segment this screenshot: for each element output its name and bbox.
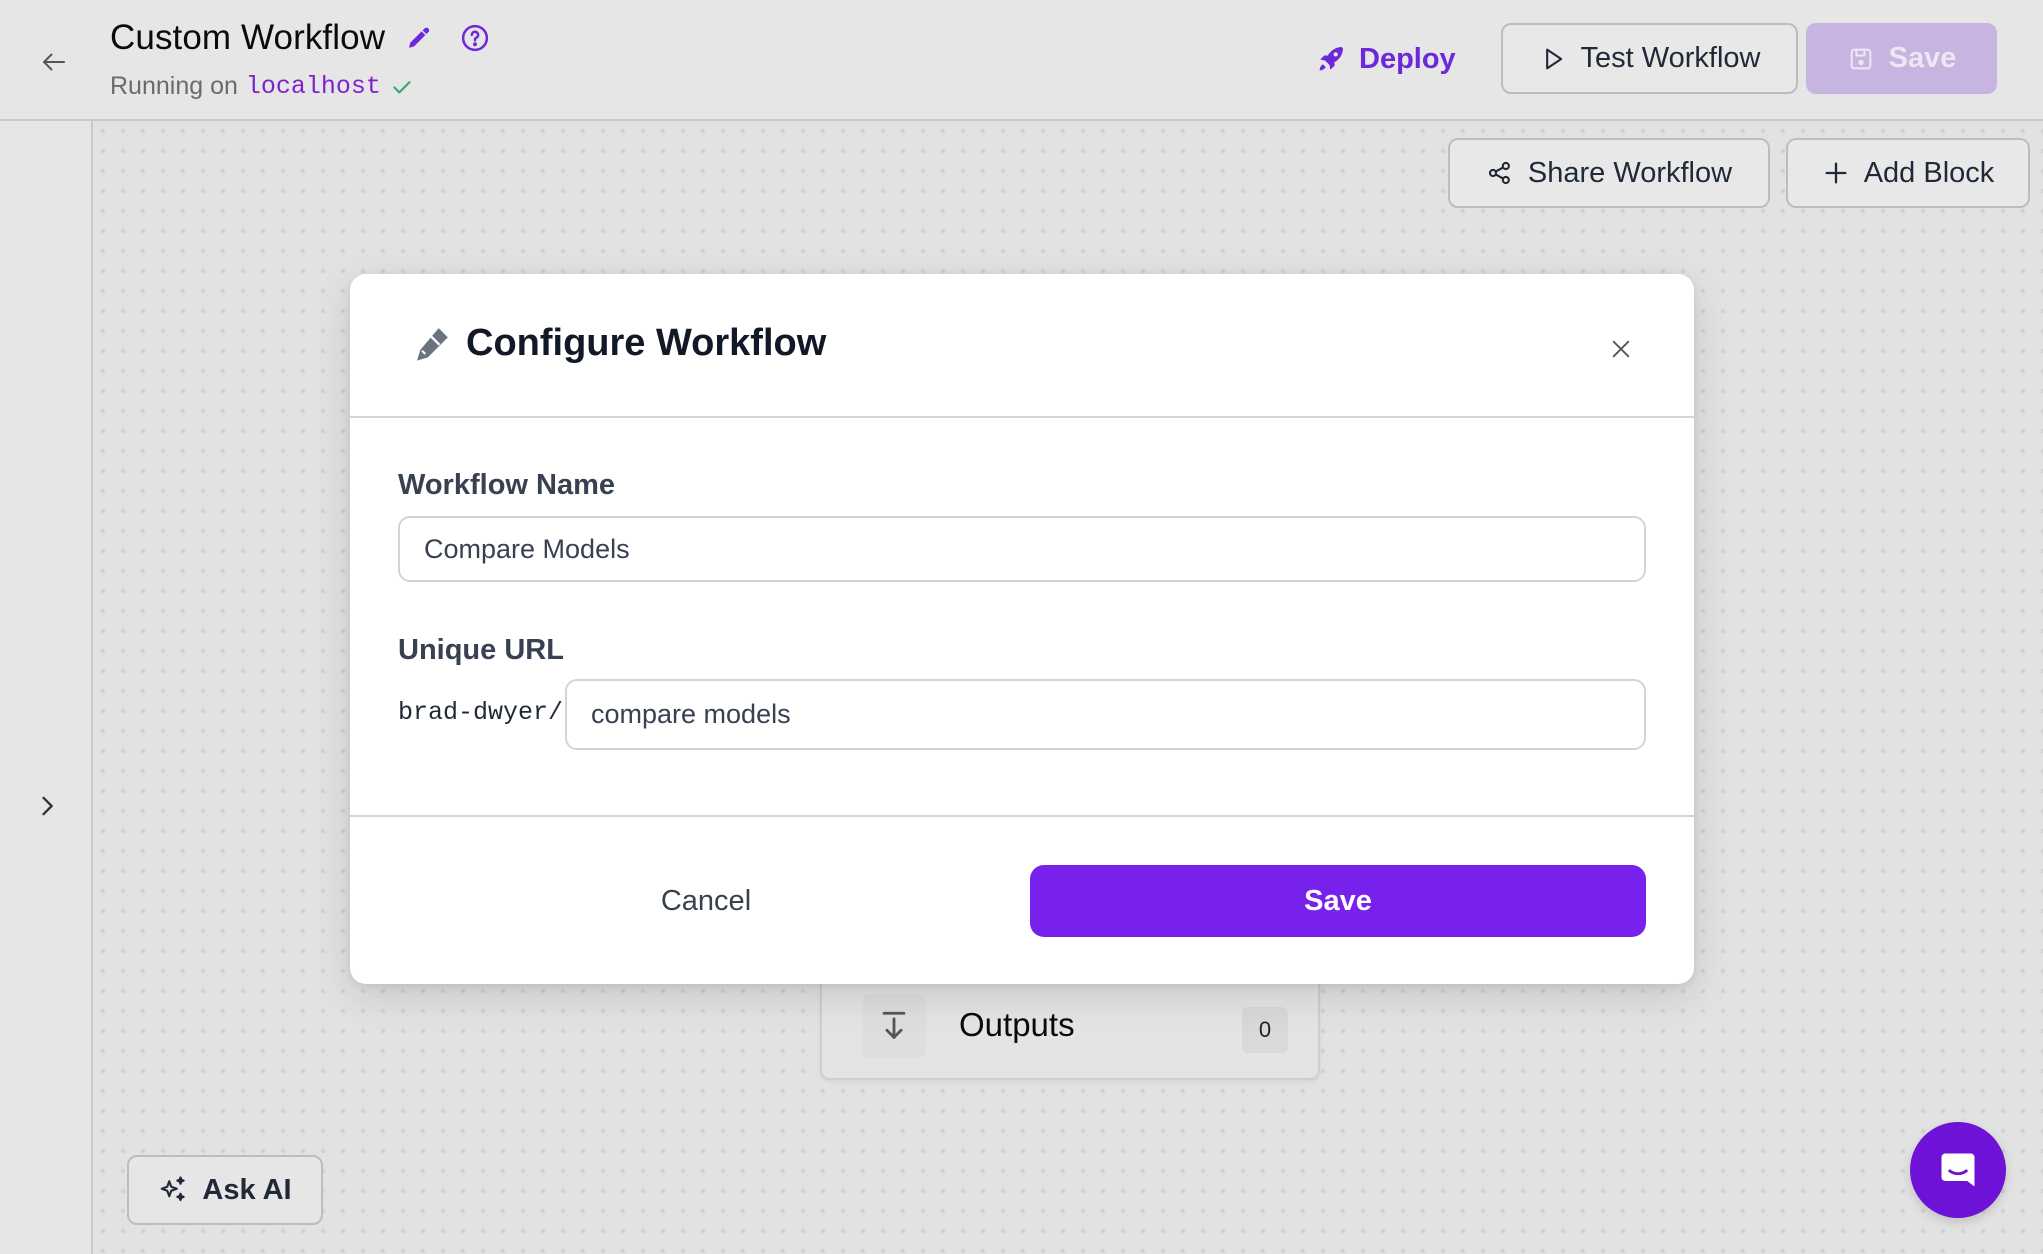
- dialog-title: Configure Workflow: [466, 322, 827, 364]
- save-button[interactable]: Save: [1030, 865, 1646, 937]
- close-icon: [1612, 340, 1630, 358]
- configure-workflow-dialog: Configure Workflow Workflow Name Unique …: [350, 274, 1694, 984]
- close-dialog-button[interactable]: [1606, 334, 1636, 364]
- url-prefix: brad-dwyer/: [398, 698, 564, 727]
- dialog-footer-divider: [350, 815, 1694, 817]
- dialog-header: Configure Workflow: [350, 274, 1694, 418]
- pencil-icon: [417, 328, 448, 361]
- cancel-button[interactable]: Cancel: [398, 865, 1014, 937]
- workflow-name-input[interactable]: [398, 516, 1646, 582]
- unique-url-label: Unique URL: [398, 634, 564, 666]
- workflow-name-label: Workflow Name: [398, 469, 616, 501]
- unique-url-input[interactable]: [565, 679, 1646, 750]
